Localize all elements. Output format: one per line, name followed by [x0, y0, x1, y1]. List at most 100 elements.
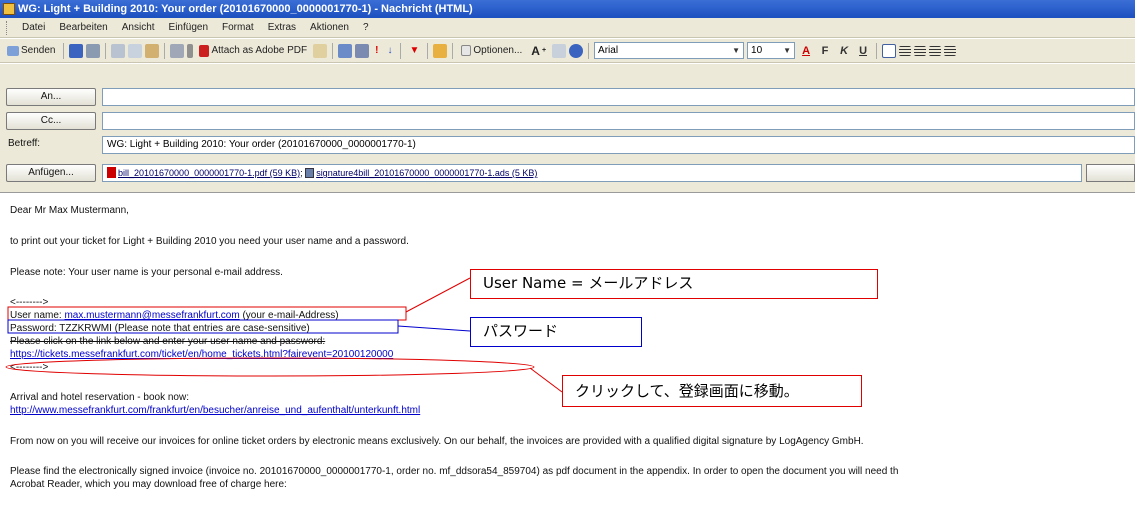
font-name-select[interactable]: Arial ▼ [594, 42, 745, 59]
attach-as-pdf-label: Attach as Adobe PDF [211, 45, 308, 56]
font-size-select[interactable]: 10 ▼ [747, 42, 796, 59]
help-icon[interactable] [569, 43, 584, 58]
cc-row: Cc... [0, 110, 1135, 132]
to-button[interactable]: An... [6, 88, 96, 106]
password-line: Password: TZZKRWMI (Please note that ent… [10, 323, 310, 334]
send-icon [7, 45, 19, 56]
options-button[interactable]: Optionen... [458, 44, 525, 57]
cc-field[interactable] [102, 112, 1135, 130]
chevron-down-icon: ▼ [732, 46, 741, 55]
align-right-icon[interactable] [914, 45, 927, 56]
to-row: An... [0, 86, 1135, 108]
arrow-line: <--------> [10, 297, 49, 308]
attach-as-pdf-button[interactable]: Attach as Adobe PDF [196, 44, 310, 58]
menu-file[interactable]: Datei [15, 20, 52, 35]
username-callout: User Name = メールアドレス [470, 269, 878, 299]
password-callout: パスワード [470, 317, 642, 347]
message-body[interactable]: Dear Mr Max Mustermann, to print out you… [0, 192, 1135, 512]
toolbar-separator [63, 42, 65, 59]
toolbar-separator [400, 42, 402, 59]
window-title: WG: Light + Building 2010: Your order (2… [18, 3, 473, 15]
arrow-line: <--------> [10, 362, 49, 373]
greeting: Dear Mr Max Mustermann, [10, 205, 129, 216]
font-size-value: 10 [751, 45, 763, 56]
attach-row: Anfügen... bill_20101670000_0000001770-1… [0, 162, 1135, 184]
pdf-icon [107, 167, 116, 178]
send-button[interactable]: Senden [4, 44, 58, 57]
pdf-icon [199, 44, 210, 57]
toolbar-separator [588, 42, 590, 59]
toolbar-separator [876, 42, 878, 59]
user-name-line: User name: max.mustermann@messefrankfurt… [10, 310, 339, 321]
attachment-separator: ; [300, 168, 303, 178]
underline-button[interactable]: U [855, 45, 871, 57]
toolbar-separator [452, 42, 454, 59]
attachment-signature[interactable]: signature4bill_20101670000_0000001770-1.… [316, 168, 537, 178]
subject-field[interactable]: WG: Light + Building 2010: Your order (2… [102, 136, 1135, 154]
send-label: Senden [21, 45, 56, 56]
view-html-icon[interactable] [552, 43, 567, 58]
toolbar-separator [332, 42, 334, 59]
attachment-pdf[interactable]: bill_20101670000_0000001770-1.pdf (59 KB… [118, 168, 300, 178]
italic-button[interactable]: K [836, 45, 852, 57]
cc-button[interactable]: Cc... [6, 112, 96, 130]
paperclip-icon[interactable] [187, 43, 194, 58]
high-importance-icon[interactable]: ! [372, 44, 381, 57]
font-name-value: Arial [598, 45, 619, 56]
menu-insert[interactable]: Einfügen [162, 20, 215, 35]
align-left-icon[interactable] [882, 43, 897, 58]
arrival-link[interactable]: http://www.messefrankfurt.com/frankfurt/… [10, 405, 420, 416]
align-center-icon[interactable] [899, 45, 912, 56]
signed-invoice-line: Please find the electronically signed in… [10, 466, 899, 477]
click-callout: クリックして、登録画面に移動。 [562, 375, 862, 407]
ticket-link[interactable]: https://tickets.messefrankfurt.com/ticke… [10, 349, 393, 360]
bold-button[interactable]: F [817, 45, 833, 57]
font-color-button[interactable]: A [798, 45, 814, 57]
envelope-options-icon[interactable] [433, 43, 448, 58]
menu-edit[interactable]: Bearbeiten [52, 20, 114, 35]
numbering-icon[interactable] [944, 45, 957, 56]
toolbar: Senden Attach as Adobe PDF ! ↓ ▼ Optione… [0, 39, 1135, 63]
menu-tools[interactable]: Extras [261, 20, 303, 35]
menu-format[interactable]: Format [215, 20, 261, 35]
body-line: to print out your ticket for Light + Bui… [10, 236, 409, 247]
menu-view[interactable]: Ansicht [115, 20, 162, 35]
attachments-field[interactable]: bill_20101670000_0000001770-1.pdf (59 KB… [102, 164, 1082, 182]
attach-scroll-button[interactable] [1086, 164, 1135, 182]
user-name-prefix: User name: [10, 310, 65, 321]
message-header: An... Cc... Betreff: WG: Light + Buildin… [0, 64, 1135, 192]
paste-icon[interactable] [145, 43, 160, 58]
options-label: Optionen... [473, 45, 523, 56]
menu-bar: Datei Bearbeiten Ansicht Einfügen Format… [0, 18, 1135, 38]
signature-icon[interactable] [313, 43, 328, 58]
copy-icon[interactable] [128, 43, 143, 58]
toolbar-separator [427, 42, 429, 59]
menu-grip [6, 20, 9, 35]
address-book-icon[interactable] [170, 43, 185, 58]
subject-label: Betreff: [8, 138, 41, 149]
user-name-suffix: (your e-mail-Address) [239, 310, 339, 321]
invoice-line: From now on you will receive our invoice… [10, 436, 864, 447]
subject-row: Betreff: WG: Light + Building 2010: Your… [0, 134, 1135, 156]
cut-icon[interactable] [111, 43, 126, 58]
window-title-bar: WG: Light + Building 2010: Your order (2… [0, 0, 1135, 18]
font-size-up-icon[interactable]: A + [528, 43, 549, 59]
toolbar-separator [105, 42, 107, 59]
low-importance-icon[interactable]: ↓ [384, 44, 395, 57]
permission-icon[interactable] [355, 43, 370, 58]
address-check-icon[interactable] [338, 43, 353, 58]
menu-help[interactable]: ? [356, 20, 376, 35]
attach-button[interactable]: Anfügen... [6, 164, 96, 182]
menu-actions[interactable]: Aktionen [303, 20, 356, 35]
to-field[interactable] [102, 88, 1135, 106]
print-icon[interactable] [86, 43, 101, 58]
click-instruction-line: Please click on the link below and enter… [10, 336, 326, 347]
user-email-link[interactable]: max.mustermann@messefrankfurt.com [64, 310, 239, 321]
save-icon[interactable] [69, 43, 84, 58]
chevron-down-icon: ▼ [783, 46, 792, 55]
arrival-line: Arrival and hotel reservation - book now… [10, 392, 189, 403]
document-icon [305, 168, 315, 178]
acrobat-line: Acrobat Reader, which you may download f… [10, 479, 287, 490]
bullets-icon[interactable] [929, 45, 942, 56]
flag-icon[interactable]: ▼ [406, 44, 422, 57]
